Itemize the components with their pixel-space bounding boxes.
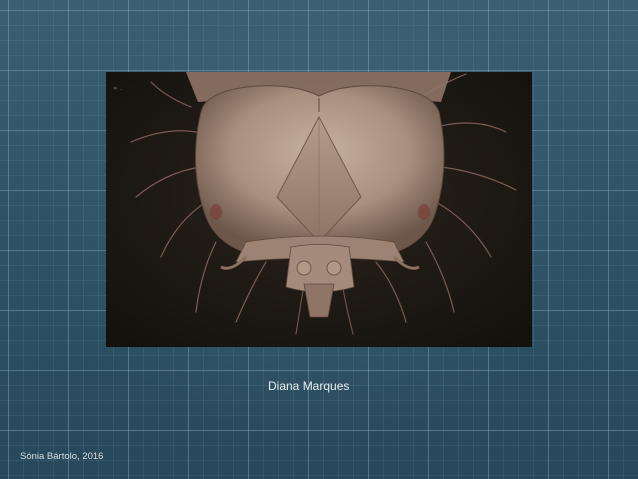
larva-head <box>195 85 445 253</box>
presentation-slide: ▸ . Diana Marques Sónia Bártolo, 2016 <box>0 0 638 479</box>
micrograph-illustration: ▸ . <box>106 72 532 347</box>
specimen-photo: ▸ . <box>106 72 532 347</box>
scale-marker: ▸ . <box>114 84 122 92</box>
